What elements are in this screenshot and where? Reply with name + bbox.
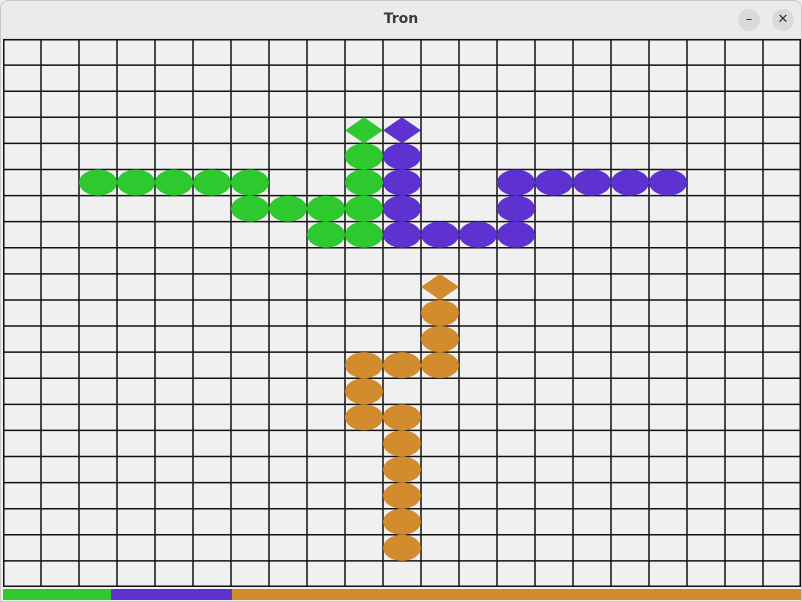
purple-trail-segment <box>383 169 421 196</box>
game-grid <box>3 39 801 587</box>
orange-trail-segment <box>383 534 421 561</box>
purple-trail-segment <box>383 221 421 248</box>
green-trail-segment <box>231 169 269 196</box>
green-trail-segment <box>345 195 383 222</box>
close-button[interactable]: ✕ <box>772 9 794 31</box>
purple-trail-segment <box>421 221 459 248</box>
purple-trail-segment <box>649 169 687 196</box>
orange-trail-segment <box>421 326 459 353</box>
green-score-segment <box>3 589 111 600</box>
orange-trail-segment <box>383 456 421 483</box>
green-trail-segment <box>307 221 345 248</box>
close-icon: ✕ <box>777 12 789 27</box>
title-bar[interactable]: Tron – ✕ <box>1 1 801 39</box>
orange-trail-segment <box>383 482 421 509</box>
orange-trail-segment <box>345 404 383 431</box>
green-trail-segment <box>155 169 193 196</box>
purple-trail-segment <box>383 195 421 222</box>
green-trail-segment <box>345 221 383 248</box>
green-trail-segment <box>345 169 383 196</box>
green-trail-segment <box>269 195 307 222</box>
orange-trail-segment <box>345 352 383 379</box>
purple-trail-segment <box>497 221 535 248</box>
game-board[interactable] <box>3 39 801 587</box>
orange-trail-segment <box>345 378 383 405</box>
green-trail-segment <box>231 195 269 222</box>
score-bar <box>3 589 801 600</box>
window-title: Tron <box>383 11 419 27</box>
green-trail-segment <box>193 169 231 196</box>
minimize-icon: – <box>745 12 753 27</box>
orange-trail-segment <box>383 430 421 457</box>
orange-trail-segment <box>383 508 421 535</box>
orange-trail-segment <box>421 299 459 327</box>
minimize-button[interactable]: – <box>738 9 760 31</box>
purple-trail-segment <box>497 195 535 222</box>
green-trail-segment <box>345 143 383 170</box>
purple-score-segment <box>110 589 232 600</box>
purple-trail-segment <box>497 169 535 196</box>
green-trail-segment <box>307 195 345 222</box>
green-trail-segment <box>117 169 155 196</box>
purple-trail-segment <box>383 143 421 170</box>
purple-trail-segment <box>573 169 611 196</box>
tron-window: Tron – ✕ <box>0 0 802 602</box>
purple-trail-segment <box>535 169 573 196</box>
purple-trail-segment <box>459 221 497 248</box>
purple-trail-segment <box>611 169 649 196</box>
orange-trail-segment <box>383 352 421 379</box>
orange-trail-segment <box>383 404 421 431</box>
orange-trail-segment <box>421 352 459 379</box>
orange-score-segment <box>232 589 801 600</box>
green-trail-segment <box>79 169 117 196</box>
